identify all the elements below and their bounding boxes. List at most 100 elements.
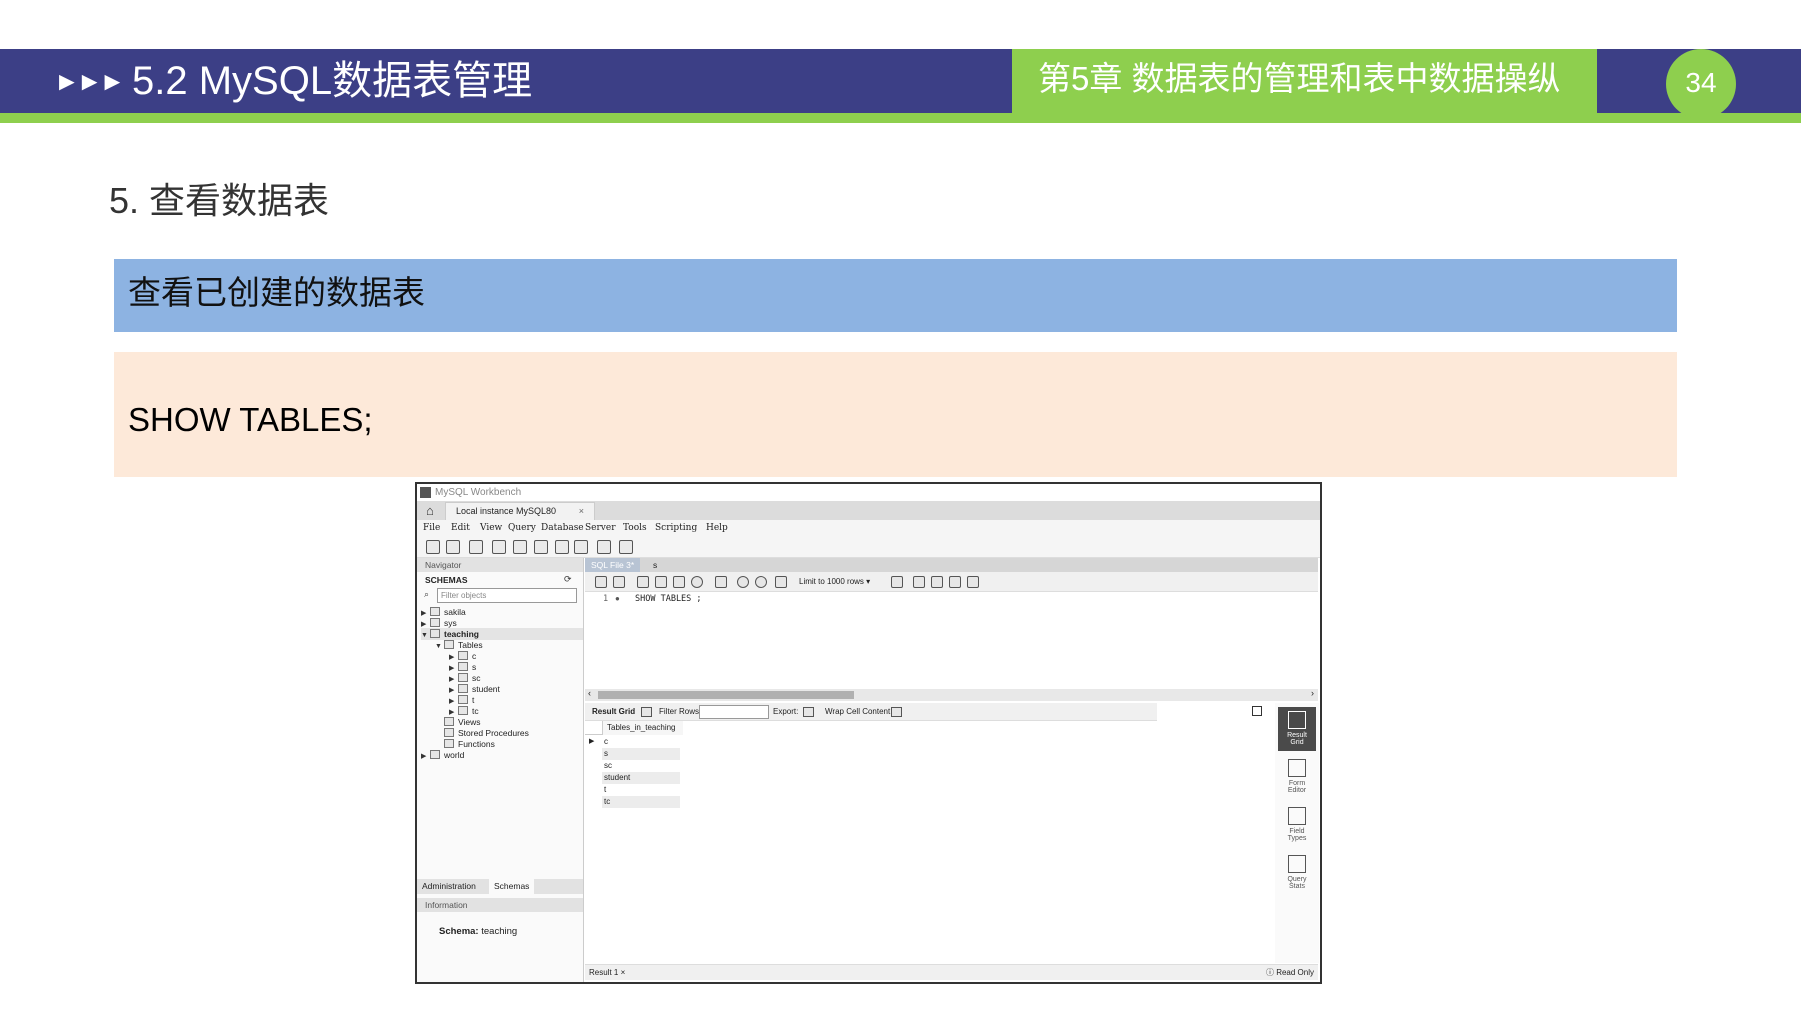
header-arrows: ►►► [54,66,125,96]
wrap-cell-icon[interactable] [891,707,902,717]
tab-schemas[interactable]: Schemas [489,879,535,894]
filter-rows-input[interactable] [699,705,769,719]
close-icon[interactable]: × [579,503,584,520]
database-icon [430,618,440,627]
connection-tab[interactable]: Local instance MySQL80 × [445,502,595,520]
navigator-header: Navigator [417,558,583,572]
find-icon[interactable] [931,576,943,588]
database-icon [430,750,440,759]
grid-icon[interactable] [641,707,652,717]
column-header[interactable]: Tables_in_teaching [602,721,683,735]
invisible-chars-icon[interactable] [949,576,961,588]
folder-icon [444,728,454,737]
connection-tab-label: Local instance MySQL80 [456,506,557,516]
explain-icon[interactable] [673,576,685,588]
toggle-panel-icon[interactable] [1252,706,1262,716]
create-procedure-icon[interactable] [555,540,569,554]
menu-server[interactable]: Server [585,520,616,536]
grid-cell[interactable]: student [602,772,680,784]
menu-query[interactable]: Query [508,520,536,536]
tab-sql-file[interactable]: SQL File 3* [585,558,641,572]
tree-item-world[interactable]: ▶ world [421,749,464,761]
limit-rows-select[interactable]: Limit to 1000 rows ▾ [799,575,884,589]
execute-icon[interactable] [637,576,649,588]
menu-help[interactable]: Help [706,520,728,536]
execute-current-icon[interactable] [655,576,667,588]
grid-cell[interactable]: s [602,748,680,760]
create-table-icon[interactable] [513,540,527,554]
field-types-icon [1288,807,1306,825]
result-tab[interactable]: Result 1 × [589,965,625,981]
tab-s[interactable]: s [647,558,663,572]
close-icon[interactable]: × [621,968,626,977]
tree-item-label: sakila [444,607,466,617]
filter-objects-input[interactable]: Filter objects [437,588,577,603]
snippet-icon[interactable] [913,576,925,588]
tree-item-label: student [472,684,500,694]
form-editor-button[interactable]: Form Editor [1278,755,1316,799]
grid-header-row: Tables_in_teaching [585,721,683,735]
tree-item-label: c [472,651,477,661]
expand-icon[interactable]: ▶ [421,751,430,763]
save-icon[interactable] [613,576,625,588]
grid-cell[interactable]: c [602,736,680,748]
table-row[interactable]: tc [585,796,683,808]
table-row[interactable]: sc [585,760,683,772]
inspector-icon[interactable] [469,540,483,554]
create-schema-icon[interactable] [492,540,506,554]
result-toolbar: Result Grid Filter Rows: Export: Wrap Ce… [585,703,1157,721]
commit-icon[interactable] [737,576,749,588]
grid-cell[interactable]: t [602,784,680,796]
toggle-continue-icon[interactable] [715,576,727,588]
field-types-button[interactable]: Field Types [1278,803,1316,847]
scrollbar-thumb[interactable] [598,691,854,699]
connection-tabstrip: ⌂ Local instance MySQL80 × [417,501,1320,520]
scroll-right-icon[interactable]: › [1311,688,1314,698]
grid-cell[interactable]: tc [602,796,680,808]
menu-view[interactable]: View [480,520,502,536]
statement-marker-icon: ● [615,594,620,603]
autocommit-icon[interactable] [775,576,787,588]
stop-icon[interactable] [691,576,703,588]
wrap-lines-icon[interactable] [967,576,979,588]
search-table-data-icon[interactable] [597,540,611,554]
table-row[interactable]: t [585,784,683,796]
open-file-icon[interactable] [595,576,607,588]
export-icon[interactable] [803,707,814,717]
refresh-icon[interactable]: ⟳ [564,574,572,585]
sql-statement[interactable]: SHOW TABLES ; [635,594,702,604]
menu-database[interactable]: Database [541,520,584,536]
query-stats-button[interactable]: Query Stats [1278,851,1316,895]
page-number: 34 [1685,67,1717,98]
menu-tools[interactable]: Tools [623,520,647,536]
tab-administration[interactable]: Administration [417,879,481,894]
reconnect-icon[interactable] [619,540,633,554]
navigator-panel: Navigator SCHEMAS ⟳ ⌕ Filter objects ▶ sa… [417,558,584,982]
row-marker-icon: ▶ [589,738,595,745]
scroll-left-icon[interactable]: ‹ [588,688,591,698]
menu-bar: File Edit View Query Database Server Too… [417,520,1320,536]
limit-rows-label: Limit to 1000 rows [799,577,864,586]
new-sql-tab-icon[interactable] [426,540,440,554]
collapse-icon[interactable]: ▼ [435,641,444,653]
grid-cell[interactable]: sc [602,760,680,772]
sql-editor[interactable]: 1 ● SHOW TABLES ; [585,592,1318,689]
menu-scripting[interactable]: Scripting [655,520,697,536]
collapse-icon[interactable]: ▼ [421,630,430,642]
rollback-icon[interactable] [755,576,767,588]
result-grid-button[interactable]: Result Grid [1278,707,1316,751]
home-icon[interactable]: ⌂ [426,504,434,517]
database-icon [430,607,440,616]
table-row[interactable]: ▶ c [585,736,683,748]
create-view-icon[interactable] [534,540,548,554]
table-row[interactable]: s [585,748,683,760]
beautify-icon[interactable] [891,576,903,588]
horizontal-scrollbar[interactable]: ‹ › [585,688,1318,701]
menu-file[interactable]: File [423,520,440,536]
folder-icon [444,717,454,726]
menu-edit[interactable]: Edit [451,520,470,536]
create-function-icon[interactable] [574,540,588,554]
open-sql-script-icon[interactable] [446,540,460,554]
table-row[interactable]: student [585,772,683,784]
wrap-cell-label: Wrap Cell Content: [825,707,893,716]
